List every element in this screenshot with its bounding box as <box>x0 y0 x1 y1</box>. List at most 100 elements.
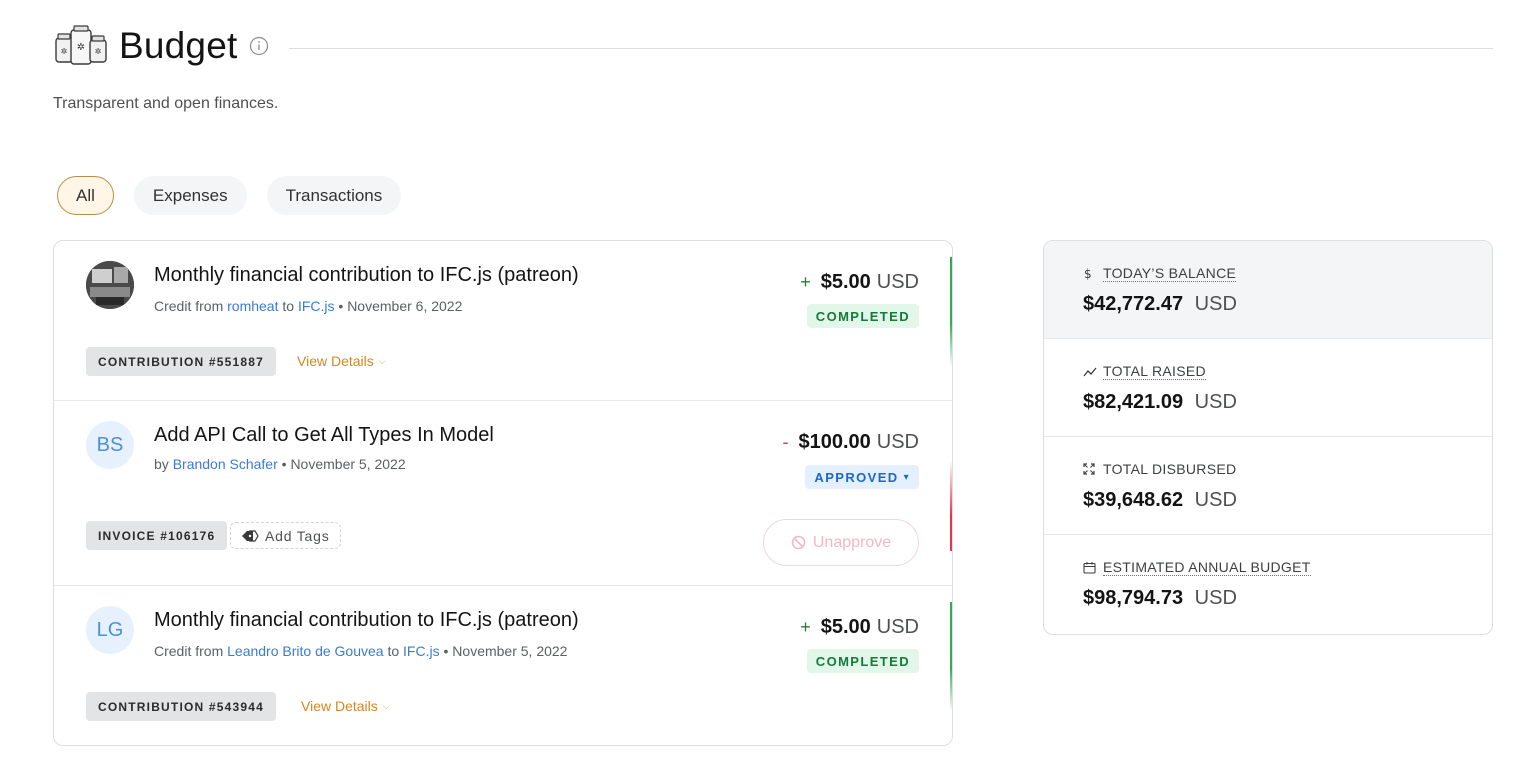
stat-label: ESTIMATED ANNUAL BUDGET <box>1083 559 1311 576</box>
amount-sign: - <box>782 432 789 452</box>
svg-text:$: $ <box>1084 267 1092 281</box>
status-dropdown[interactable]: APPROVED ▾ <box>805 465 919 489</box>
stat-label: TOTAL DISBURSED <box>1083 461 1236 477</box>
currency-label: USD <box>1194 391 1237 413</box>
stat-total-raised: TOTAL RAISED $82,421.09 USD <box>1044 339 1492 437</box>
page-header: ✲ ✲ ✲ Budget <box>53 22 1493 70</box>
chevron-down-icon: ⌵ <box>378 355 386 366</box>
transaction-meta: Credit from Leandro Brito de Gouvea to I… <box>154 643 567 659</box>
transaction-title[interactable]: Monthly financial contribution to IFC.js… <box>154 609 579 632</box>
currency-label: USD <box>1194 489 1237 511</box>
stat-estimated-annual-budget: ESTIMATED ANNUAL BUDGET $98,794.73 USD <box>1044 535 1492 634</box>
add-tags-button[interactable]: Add Tags <box>230 522 341 549</box>
filter-tabs: All Expenses Transactions <box>57 176 402 215</box>
stat-value: $39,648.62 USD <box>1083 489 1237 512</box>
chevron-down-icon: ⌵ <box>382 700 390 711</box>
list-item: LG Monthly financial contribution to IFC… <box>54 586 952 745</box>
transaction-amount: - $100.00 USD <box>782 431 919 454</box>
page-title: Budget <box>119 25 238 66</box>
contribution-tag: CONTRIBUTION #551887 <box>86 347 277 376</box>
amount-sign: + <box>800 272 811 292</box>
svg-text:✲: ✲ <box>95 47 102 56</box>
total-disbursed-value: $39,648.62 <box>1083 489 1184 511</box>
tags-icon <box>242 529 259 542</box>
stat-label: TOTAL RAISED <box>1083 363 1206 380</box>
status-label: APPROVED <box>814 469 899 485</box>
stat-total-disbursed: TOTAL DISBURSED $39,648.62 USD <box>1044 437 1492 535</box>
view-details-button[interactable]: View Details ⌵ <box>297 353 386 369</box>
tab-expenses[interactable]: Expenses <box>133 176 247 215</box>
info-icon[interactable] <box>249 36 269 56</box>
status-badge: COMPLETED <box>806 304 919 328</box>
avatar[interactable] <box>86 261 134 309</box>
block-icon <box>791 535 806 550</box>
transaction-meta: Credit from romheat to IFC.js • November… <box>154 298 462 314</box>
view-details-button[interactable]: View Details ⌵ <box>301 698 390 714</box>
total-raised-value: $82,421.09 <box>1083 391 1184 413</box>
amount-currency: USD <box>876 431 919 453</box>
avatar[interactable]: BS <box>86 421 134 469</box>
budget-jars-icon: ✲ ✲ ✲ <box>55 25 107 65</box>
from-link[interactable]: Leandro Brito de Gouvea <box>227 643 383 659</box>
meta-to: to <box>282 298 295 314</box>
view-details-label: View Details <box>301 698 378 714</box>
stat-value: $98,794.73 USD <box>1083 587 1237 610</box>
total-disbursed-label: TOTAL DISBURSED <box>1103 461 1237 477</box>
calendar-icon <box>1083 561 1103 574</box>
amount-value: $100.00 <box>798 431 871 453</box>
to-link[interactable]: IFC.js <box>298 298 335 314</box>
add-tags-label: Add Tags <box>265 527 330 544</box>
total-raised-label[interactable]: TOTAL RAISED <box>1103 363 1206 380</box>
invoice-tag: INVOICE #106176 <box>86 521 228 550</box>
stat-todays-balance: $ TODAY’S BALANCE $42,772.47 USD <box>1044 241 1492 339</box>
todays-balance-label[interactable]: TODAY’S BALANCE <box>1103 265 1237 282</box>
to-link[interactable]: IFC.js <box>403 643 440 659</box>
amount-currency: USD <box>876 616 919 638</box>
stat-label: $ TODAY’S BALANCE <box>1083 265 1237 282</box>
meta-prefix: Credit from <box>154 643 224 659</box>
transaction-amount: + $5.00 USD <box>800 616 919 639</box>
transaction-title[interactable]: Add API Call to Get All Types In Model <box>154 424 494 447</box>
trend-up-icon <box>1083 366 1103 378</box>
transaction-amount: + $5.00 USD <box>800 271 919 294</box>
status-edge-bar <box>950 257 952 367</box>
chevron-down-icon: ▾ <box>903 471 910 483</box>
status-edge-bar <box>950 602 952 712</box>
todays-balance-value: $42,772.47 <box>1083 293 1184 315</box>
estimated-annual-budget-label[interactable]: ESTIMATED ANNUAL BUDGET <box>1103 559 1311 576</box>
currency-label: USD <box>1194 587 1237 609</box>
stat-value: $82,421.09 USD <box>1083 391 1237 414</box>
list-item: BS Add API Call to Get All Types In Mode… <box>54 401 952 586</box>
amount-sign: + <box>800 617 811 637</box>
header-divider <box>289 47 1493 49</box>
amount-value: $5.00 <box>820 271 871 293</box>
unapprove-button[interactable]: Unapprove <box>763 519 919 566</box>
transaction-title[interactable]: Monthly financial contribution to IFC.js… <box>154 264 579 287</box>
meta-prefix: Credit from <box>154 298 224 314</box>
budget-summary-card: $ TODAY’S BALANCE $42,772.47 USD TOTAL R… <box>1043 240 1493 635</box>
avatar[interactable]: LG <box>86 606 134 654</box>
view-details-label: View Details <box>297 353 374 369</box>
meta-to: to <box>387 643 400 659</box>
status-edge-bar <box>950 461 952 551</box>
transaction-date: • November 6, 2022 <box>338 298 463 314</box>
dollar-icon: $ <box>1083 267 1103 281</box>
from-link[interactable]: romheat <box>227 298 278 314</box>
list-item: Monthly financial contribution to IFC.js… <box>54 241 952 401</box>
status-badge: COMPLETED <box>806 649 919 673</box>
svg-text:✲: ✲ <box>77 42 85 53</box>
user-photo-icon <box>86 261 134 309</box>
amount-value: $5.00 <box>820 616 871 638</box>
transactions-list: Monthly financial contribution to IFC.js… <box>53 240 953 746</box>
transaction-date: • November 5, 2022 <box>281 456 406 472</box>
contribution-tag: CONTRIBUTION #543944 <box>86 692 277 721</box>
amount-currency: USD <box>876 271 919 293</box>
currency-label: USD <box>1194 293 1237 315</box>
expand-arrows-icon <box>1083 463 1103 475</box>
tab-transactions[interactable]: Transactions <box>266 176 402 215</box>
stat-value: $42,772.47 USD <box>1083 293 1237 316</box>
from-link[interactable]: Brandon Schafer <box>173 456 278 472</box>
tab-all[interactable]: All <box>57 176 114 215</box>
transaction-meta: by Brandon Schafer • November 5, 2022 <box>154 456 406 472</box>
unapprove-label: Unapprove <box>812 533 892 551</box>
